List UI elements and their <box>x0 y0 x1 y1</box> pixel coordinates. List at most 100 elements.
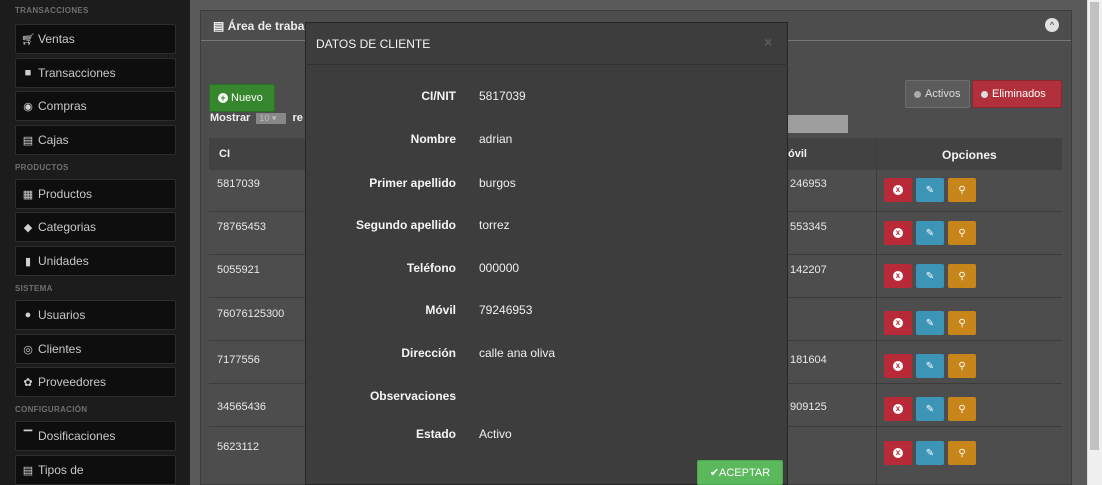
scrollbar-thumb[interactable] <box>1090 2 1099 450</box>
panel-title: ▤ Área de traba <box>213 19 305 33</box>
search-icon: ⚲ <box>958 403 966 415</box>
sidebar-item-cajas[interactable]: ▤ Cajas <box>15 125 176 155</box>
cell-movil: 553345 <box>790 221 827 233</box>
row-actions: x ✎ ⚲ <box>884 264 980 288</box>
edit-button[interactable]: ✎ <box>916 441 944 465</box>
field-value-direccion: calle ana oliva <box>479 346 556 360</box>
field-label-ci: CI/NIT <box>421 89 456 103</box>
remove-icon: x <box>893 361 903 371</box>
header-movil[interactable]: óvil <box>788 148 807 160</box>
sidebar-item-tipos[interactable]: ▤ Tipos de <box>15 455 176 485</box>
edit-button[interactable]: ✎ <box>916 178 944 202</box>
section-sistema: SISTEMA <box>15 284 53 293</box>
eliminados-radio[interactable]: Eliminados <box>972 80 1062 108</box>
delete-button[interactable]: x <box>884 311 912 335</box>
edit-icon: ✎ <box>925 227 935 239</box>
sidebar-item-label: Tipos de <box>38 463 84 477</box>
row-actions: x ✎ ⚲ <box>884 221 980 245</box>
field-value-nombre: adrian <box>479 132 513 146</box>
edit-icon: ✎ <box>925 447 935 459</box>
search-icon: ⚲ <box>958 270 966 282</box>
modal-header-divider <box>305 64 788 65</box>
row-actions: x ✎ ⚲ <box>884 441 980 465</box>
page-length-select[interactable]: 10 ▾ <box>256 113 287 124</box>
activos-label: Activos <box>925 88 961 100</box>
row-actions: x ✎ ⚲ <box>884 397 980 421</box>
remove-icon: x <box>893 185 903 195</box>
field-value-segundo-apellido: torrez <box>479 218 510 232</box>
collapse-button[interactable]: ^ <box>1045 18 1059 32</box>
delete-button[interactable]: x <box>884 354 912 378</box>
sidebar-item-label: Cajas <box>38 133 69 147</box>
accept-label: ACEPTAR <box>719 466 771 479</box>
accept-button[interactable]: ✔ ACEPTAR <box>697 460 783 485</box>
sidebar-item-dosificaciones[interactable]: ▔ Dosificaciones <box>15 421 176 451</box>
cell-ci: 78765453 <box>217 221 266 233</box>
field-label-segundo-apellido: Segundo apellido <box>355 218 456 232</box>
sidebar-item-proveedores[interactable]: ✿ Proveedores <box>15 367 176 397</box>
remove-icon: x <box>893 228 903 238</box>
client-details-modal <box>305 22 788 485</box>
delete-button[interactable]: x <box>884 397 912 421</box>
row-actions: x ✎ ⚲ <box>884 354 980 378</box>
view-button[interactable]: ⚲ <box>948 354 976 378</box>
view-button[interactable]: ⚲ <box>948 311 976 335</box>
mostrar-label: Mostrar <box>210 112 251 124</box>
sidebar-item-ventas[interactable]: 🛒︎ Ventas <box>15 24 176 54</box>
sidebar-item-label: Productos <box>38 187 93 201</box>
edit-button[interactable]: ✎ <box>916 354 944 378</box>
cell-movil: 142207 <box>790 264 827 276</box>
sidebar-item-categorias[interactable]: ◆ Categorias <box>15 212 176 242</box>
field-label-telefono: Teléfono <box>406 261 456 275</box>
cell-movil: 909125 <box>790 401 827 413</box>
field-value-ci: 5817039 <box>479 89 526 103</box>
close-icon[interactable]: × <box>764 34 772 50</box>
leaf-icon: ✿ <box>23 376 33 389</box>
section-transacciones: TRANSACCIONES <box>15 6 89 15</box>
search-input[interactable] <box>788 115 848 133</box>
search-icon: ⚲ <box>958 317 966 329</box>
delete-button[interactable]: x <box>884 178 912 202</box>
edit-icon: ✎ <box>925 317 935 329</box>
delete-button[interactable]: x <box>884 441 912 465</box>
delete-button[interactable]: x <box>884 264 912 288</box>
field-value-estado: Activo <box>479 427 512 441</box>
section-productos: PRODUCTOS <box>15 163 69 172</box>
sidebar-item-unidades[interactable]: ▮ Unidades <box>15 246 176 276</box>
search-icon: ⚲ <box>958 184 966 196</box>
edit-button[interactable]: ✎ <box>916 264 944 288</box>
sidebar-item-transacciones[interactable]: ■ Transacciones <box>15 58 176 88</box>
activos-radio[interactable]: Activos <box>905 80 970 108</box>
row-actions: x ✎ ⚲ <box>884 311 980 335</box>
user-icon: ● <box>24 309 32 321</box>
remove-icon: x <box>893 448 903 458</box>
edit-button[interactable]: ✎ <box>916 311 944 335</box>
field-value-primer-apellido: burgos <box>479 176 516 190</box>
sidebar-item-label: Compras <box>38 99 87 113</box>
cell-movil: 246953 <box>790 178 827 190</box>
edit-button[interactable]: ✎ <box>916 397 944 421</box>
sidebar: TRANSACCIONES 🛒︎ Ventas ■ Transacciones … <box>0 0 190 485</box>
cell-ci: 7177556 <box>217 354 260 366</box>
view-button[interactable]: ⚲ <box>948 441 976 465</box>
view-button[interactable]: ⚲ <box>948 264 976 288</box>
new-button[interactable]: + Nuevo <box>209 84 275 112</box>
view-button[interactable]: ⚲ <box>948 221 976 245</box>
group-icon: ▦ <box>22 188 34 201</box>
view-button[interactable]: ⚲ <box>948 178 976 202</box>
sidebar-item-productos[interactable]: ▦ Productos <box>15 179 176 209</box>
book-icon: ■ <box>24 67 32 79</box>
field-label-primer-apellido: Primer apellido <box>369 176 456 190</box>
tags-icon: ◆ <box>23 221 33 234</box>
header-ci[interactable]: CI <box>219 148 230 160</box>
sidebar-item-compras[interactable]: ◉ Compras <box>15 91 176 121</box>
sidebar-item-clientes[interactable]: ◎ Clientes <box>15 334 176 364</box>
delete-button[interactable]: x <box>884 221 912 245</box>
field-value-movil: 79246953 <box>479 303 533 317</box>
edit-button[interactable]: ✎ <box>916 221 944 245</box>
sidebar-item-usuarios[interactable]: ● Usuarios <box>15 300 176 330</box>
view-button[interactable]: ⚲ <box>948 397 976 421</box>
sidebar-item-label: Clientes <box>38 342 82 356</box>
search-icon: ⚲ <box>958 360 966 372</box>
list-icon: ▤ <box>22 464 34 477</box>
